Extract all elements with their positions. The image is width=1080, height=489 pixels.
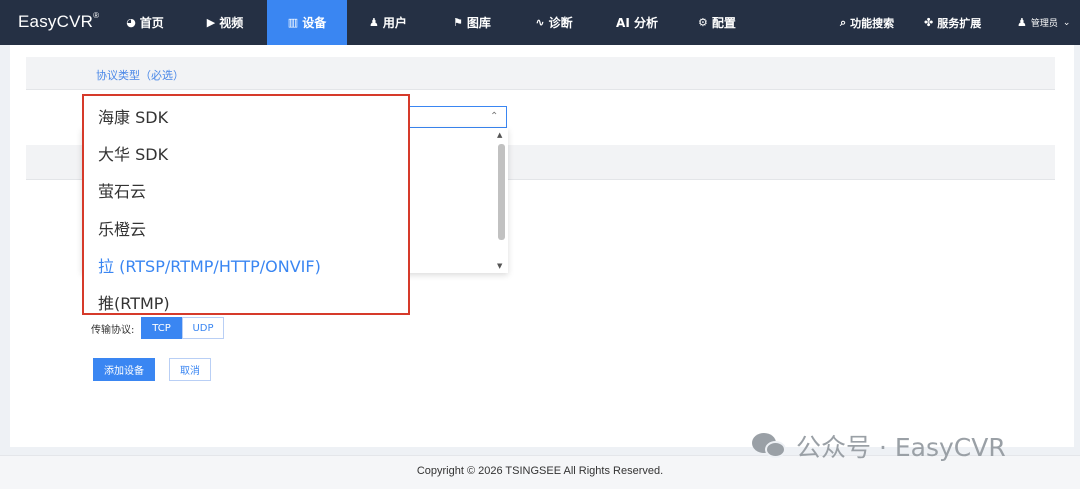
transport-protocol-label: 传输协议: — [91, 325, 135, 336]
nav-item-home[interactable]: ◕ 首页 — [112, 0, 178, 45]
add-device-button[interactable]: 添加设备 — [93, 358, 155, 381]
nav-item-video[interactable]: ▶ 视频 — [192, 0, 258, 45]
option-hikvision-sdk[interactable]: 海康 SDK — [98, 104, 168, 128]
watermark: 公众号 · EasyCVR — [752, 428, 1006, 464]
chevron-down-icon: ⌄ — [1062, 17, 1071, 28]
nav-item-ai-analysis[interactable]: AI 分析 — [604, 0, 670, 45]
udp-toggle-button[interactable]: UDP — [182, 317, 224, 339]
device-icon: ▥ — [287, 16, 299, 29]
option-push-rtmp[interactable]: 推(RTMP) — [98, 290, 170, 314]
scroll-up-icon[interactable]: ▲ — [497, 131, 502, 139]
user-icon: ♟ — [369, 16, 379, 29]
cancel-button[interactable]: 取消 — [169, 358, 211, 381]
gallery-icon: ⚑ — [453, 16, 463, 29]
nav-item-gallery[interactable]: ⚑ 图库 — [439, 0, 505, 45]
tcp-toggle-button[interactable]: TCP — [141, 317, 182, 339]
protocol-section-label: 协议类型（必选） — [96, 69, 184, 82]
service-extension-button[interactable]: ✤ 服务扩展 — [924, 0, 981, 45]
user-menu[interactable]: ♟ 管理员 ⌄ — [1017, 0, 1070, 45]
wechat-icon — [752, 431, 788, 461]
copyright-text: Copyright © 2026 TSINGSEE All Rights Res… — [416, 465, 664, 477]
play-icon: ▶ — [206, 16, 216, 29]
nav-item-diagnose[interactable]: ∿ 诊断 — [521, 0, 587, 45]
app-logo[interactable]: EasyCVR® — [18, 11, 99, 32]
protocol-options-list: 海康 SDK 大华 SDK 萤石云 乐橙云 拉 (RTSP/RTMP/HTTP/… — [82, 94, 410, 315]
nav-item-user[interactable]: ♟ 用户 — [355, 0, 421, 45]
pulse-icon: ∿ — [535, 16, 545, 29]
option-ezviz-cloud[interactable]: 萤石云 — [98, 178, 146, 202]
scrollbar-thumb[interactable] — [498, 144, 505, 240]
nav-item-config[interactable]: ⚙ 配置 — [684, 0, 750, 45]
option-pull-stream[interactable]: 拉 (RTSP/RTMP/HTTP/ONVIF) — [98, 253, 321, 277]
user-avatar-icon: ♟ — [1017, 16, 1027, 29]
puzzle-icon: ✤ — [924, 16, 934, 29]
feature-search-button[interactable]: ⌕ 功能搜索 — [840, 0, 894, 45]
search-icon: ⌕ — [840, 15, 847, 29]
gear-icon: ⚙ — [698, 16, 708, 29]
dashboard-icon: ◕ — [126, 16, 136, 29]
option-imou-cloud[interactable]: 乐橙云 — [98, 216, 146, 240]
nav-item-device[interactable]: ▥ 设备 — [267, 0, 347, 45]
scroll-down-icon[interactable]: ▼ — [497, 262, 502, 270]
option-dahua-sdk[interactable]: 大华 SDK — [98, 141, 168, 165]
top-nav: EasyCVR® ◕ 首页 ▶ 视频 ▥ 设备 ♟ 用户 ⚑ 图库 ∿ 诊断 AI 分析 ⚙… — [0, 0, 1080, 45]
chevron-up-icon[interactable]: ⌃ — [490, 111, 498, 122]
